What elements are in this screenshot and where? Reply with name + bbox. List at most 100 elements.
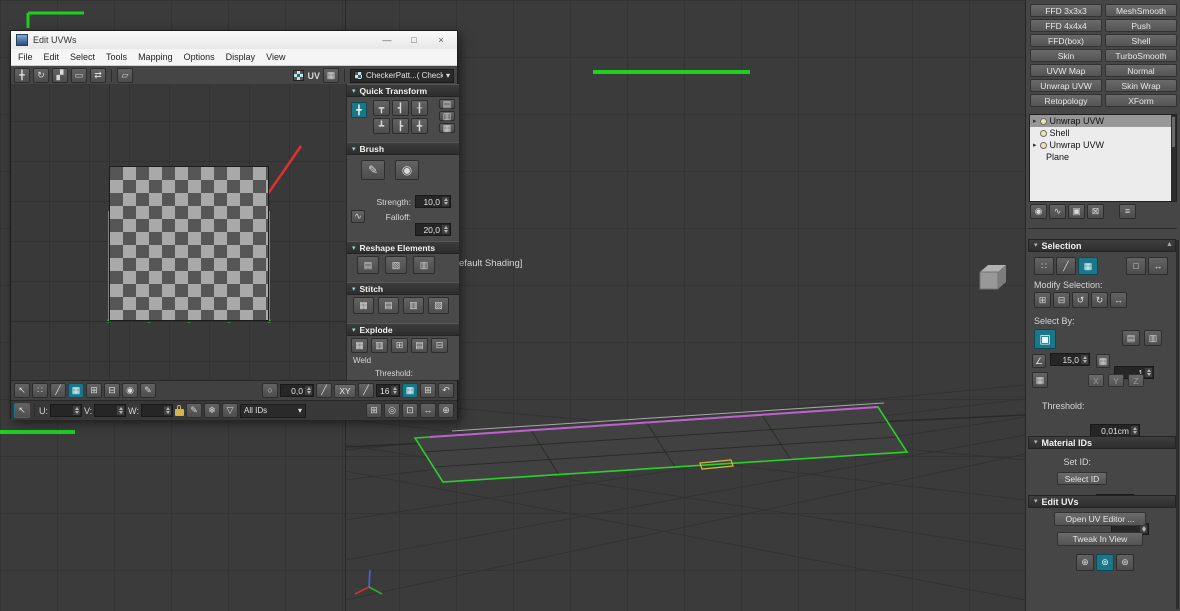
uv-vertex-mode-icon[interactable]: ∷ xyxy=(32,383,48,398)
spinner-arrows-icon[interactable] xyxy=(1131,426,1138,435)
stitch-d-icon[interactable]: ▨ xyxy=(428,297,449,314)
reshape-a-icon[interactable]: ▤ xyxy=(357,256,379,274)
modifier-button-skinwrap[interactable]: Skin Wrap xyxy=(1105,79,1177,92)
ignore-backfacing-icon[interactable]: ↔ xyxy=(1148,257,1168,275)
polygon-mode-icon[interactable]: ▦ xyxy=(1078,257,1098,275)
explode-a-icon[interactable]: ▦ xyxy=(351,338,368,353)
scale-icon[interactable]: ▞ xyxy=(52,68,68,83)
axis-xy-button[interactable]: XY xyxy=(334,384,356,398)
modifier-button-ffdbox[interactable]: FFD(box) xyxy=(1030,34,1102,47)
snap-pixel-icon[interactable]: ⊞ xyxy=(420,383,436,398)
grid-c-icon[interactable]: ▦ xyxy=(439,123,455,133)
pelt-icon[interactable]: ▱ xyxy=(117,68,133,83)
v-field[interactable] xyxy=(94,404,126,417)
shrink-selection-icon[interactable]: ⊟ xyxy=(1053,292,1070,308)
stitch-a-icon[interactable]: ▦ xyxy=(353,297,374,314)
rollout-header-explode[interactable]: ▾ Explode xyxy=(347,323,459,336)
uv-edge-mode-icon[interactable]: ╱ xyxy=(50,383,66,398)
grid-a-icon[interactable]: ▤ xyxy=(439,99,455,109)
explode-b-icon[interactable]: ▥ xyxy=(371,338,388,353)
relax-brush-icon[interactable]: ◉ xyxy=(395,160,419,180)
menu-mapping[interactable]: Mapping xyxy=(138,52,173,62)
menu-view[interactable]: View xyxy=(266,52,285,62)
spinner-arrows-icon[interactable] xyxy=(391,386,398,395)
spinner-arrows-icon[interactable] xyxy=(117,406,124,415)
axis-x-button[interactable]: X xyxy=(1088,374,1104,387)
planar-angle-spinner[interactable]: 15,0 xyxy=(1050,353,1090,366)
move-icon[interactable]: ╋ xyxy=(14,68,30,83)
spinner-arrows-icon[interactable] xyxy=(1145,368,1152,377)
align-top-icon[interactable]: ┳ xyxy=(373,100,390,116)
modifier-button-turbosmooth[interactable]: TurboSmooth xyxy=(1105,49,1177,62)
viewport-shading-label[interactable]: efault Shading] xyxy=(459,258,522,269)
grid-b-icon[interactable]: ▥ xyxy=(439,111,455,121)
axis-y-button[interactable]: Y xyxy=(1108,374,1124,387)
menu-options[interactable]: Options xyxy=(184,52,215,62)
rollout-header-reshape[interactable]: ▾ Reshape Elements xyxy=(347,241,459,254)
uv-space-label[interactable]: UV xyxy=(307,71,320,81)
align-right-icon[interactable]: ┫ xyxy=(392,100,409,116)
w-field[interactable] xyxy=(141,404,173,417)
remove-modifier-icon[interactable]: ⊠ xyxy=(1087,204,1104,219)
maximize-button[interactable]: □ xyxy=(403,35,425,45)
spinner-arrows-icon[interactable] xyxy=(73,406,80,415)
planar-angle-icon[interactable]: ∠ xyxy=(1032,354,1046,368)
uv-canvas[interactable] xyxy=(11,84,346,380)
falloff-curve-icon[interactable]: ∿ xyxy=(351,210,365,223)
select-arrow-icon[interactable]: ↖ xyxy=(14,383,30,398)
show-map-icon[interactable] xyxy=(293,70,304,81)
select-by-smoothing-icon[interactable]: ▦ xyxy=(1032,372,1048,388)
falloff-slash2-icon[interactable]: ╱ xyxy=(358,383,374,398)
stitch-c-icon[interactable]: ▥ xyxy=(403,297,424,314)
ring-selection-icon[interactable]: ↻ xyxy=(1091,292,1108,308)
configure-modifier-sets-icon[interactable]: ≡ xyxy=(1119,204,1136,219)
rotate-icon[interactable]: ↻ xyxy=(33,68,49,83)
rollout-header-stitch[interactable]: ▾ Stitch xyxy=(347,282,459,295)
window-titlebar[interactable]: Edit UVWs — □ × xyxy=(11,31,457,49)
modifier-button-xform[interactable]: XForm xyxy=(1105,94,1177,107)
modifier-button-ffd4x4x4[interactable]: FFD 4x4x4 xyxy=(1030,19,1102,32)
panel-scroll-up-icon[interactable]: ▲ xyxy=(1166,241,1173,248)
snap-grid-icon[interactable]: ▦ xyxy=(402,383,418,398)
u-field[interactable] xyxy=(50,404,82,417)
spinner-arrows-icon[interactable] xyxy=(164,406,171,415)
zoom-region-icon[interactable]: ⊡ xyxy=(402,403,418,418)
freeze-icon[interactable]: ❄ xyxy=(204,403,220,418)
paint-weights-icon[interactable]: ✎ xyxy=(186,403,202,418)
explode-c-icon[interactable]: ⊞ xyxy=(391,338,408,353)
menu-tools[interactable]: Tools xyxy=(106,52,127,62)
undo-view-icon[interactable]: ↶ xyxy=(438,383,454,398)
freeform-icon[interactable]: ▭ xyxy=(71,68,87,83)
rollout-header-edit-uvs[interactable]: ▾ Edit UVs xyxy=(1028,495,1176,508)
modifier-button-ffd3x3x3[interactable]: FFD 3x3x3 xyxy=(1030,4,1102,17)
filter-icon[interactable]: ▽ xyxy=(222,403,238,418)
uv-transform-1-icon[interactable]: ⊕ xyxy=(1076,554,1094,571)
stack-item-shell[interactable]: ▸ Shell xyxy=(1030,127,1176,139)
modifier-button-retopology[interactable]: Retopology xyxy=(1030,94,1102,107)
spinner-arrows-icon[interactable] xyxy=(442,197,449,206)
mirror-icon[interactable]: ⇄ xyxy=(90,68,106,83)
modifier-button-push[interactable]: Push xyxy=(1105,19,1177,32)
select-id-button[interactable]: Select ID xyxy=(1057,472,1107,485)
modifier-button-normal[interactable]: Normal xyxy=(1105,64,1177,77)
grow-selection-icon[interactable]: ⊞ xyxy=(1034,292,1051,308)
absolute-mode-icon[interactable]: ↖ xyxy=(14,403,30,418)
rollout-header-material-ids[interactable]: ▾ Material IDs xyxy=(1028,436,1176,449)
rollout-header-selection[interactable]: ▾ Selection xyxy=(1028,239,1176,252)
spinner-arrows-icon[interactable] xyxy=(305,386,312,395)
strength-spinner[interactable]: 10,0 xyxy=(415,195,451,208)
explode-d-icon[interactable]: ▤ xyxy=(411,338,428,353)
menu-file[interactable]: File xyxy=(18,52,33,62)
viewcube[interactable] xyxy=(980,265,1006,289)
stack-item-unwrap-uvw-2[interactable]: ▸ Unwrap UVW xyxy=(1030,139,1176,151)
stack-item-plane[interactable]: Plane xyxy=(1030,151,1176,163)
uv-transform-2-icon[interactable]: ⊚ xyxy=(1096,554,1114,571)
explode-e-icon[interactable]: ⊟ xyxy=(431,338,448,353)
align-bottom-icon[interactable]: ┻ xyxy=(373,118,390,134)
reshape-c-icon[interactable]: ▥ xyxy=(413,256,435,274)
menu-edit[interactable]: Edit xyxy=(44,52,60,62)
id-filter-dropdown[interactable]: All IDs ▾ xyxy=(240,404,306,418)
select-by-cube-icon[interactable]: ▣ xyxy=(1034,329,1056,349)
shrink-uv-selection-icon[interactable]: ⊟ xyxy=(104,383,120,398)
rollout-header-quick-transform[interactable]: ▾ Quick Transform xyxy=(347,84,459,97)
